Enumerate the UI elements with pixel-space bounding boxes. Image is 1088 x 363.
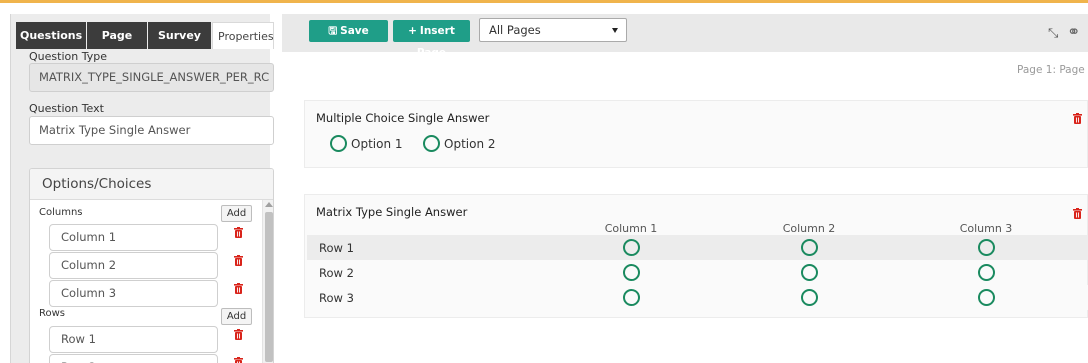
- column-input[interactable]: Column 1: [49, 224, 218, 251]
- matrix-column-header: Column 1: [604, 222, 658, 235]
- scroll-thumb[interactable]: [265, 212, 273, 362]
- matrix-radio[interactable]: [801, 289, 818, 306]
- page-select-value: All Pages: [489, 23, 541, 37]
- insert-page-button[interactable]: + Insert Page: [393, 20, 470, 59]
- matrix-row: Row 3: [307, 285, 1088, 310]
- options-choices-panel: Options/Choices Columns Add Column 1 Col…: [29, 168, 274, 363]
- top-accent-bar: [0, 0, 1088, 3]
- trash-icon[interactable]: [1073, 113, 1082, 124]
- chevron-down-icon: [612, 28, 618, 33]
- save-icon: 🖫: [328, 25, 338, 37]
- page-select[interactable]: All Pages: [479, 18, 627, 42]
- matrix-radio[interactable]: [801, 239, 818, 256]
- question-text-input[interactable]: Matrix Type Single Answer: [29, 116, 274, 145]
- properties-sidebar: Questions Page Survey Properties Questio…: [10, 14, 274, 363]
- add-column-button[interactable]: Add: [221, 205, 252, 222]
- insert-page-label: Insert Page: [416, 25, 455, 59]
- column-input[interactable]: Column 3: [49, 280, 218, 307]
- option-label: Option 2: [444, 137, 496, 151]
- question-card[interactable]: Multiple Choice Single Answer Option 1 O…: [304, 100, 1088, 168]
- matrix-radio[interactable]: [623, 239, 640, 256]
- matrix-row-label: Row 2: [319, 266, 354, 280]
- trash-icon[interactable]: [234, 255, 243, 266]
- matrix-radio[interactable]: [978, 239, 995, 256]
- tab-survey[interactable]: Survey: [148, 22, 211, 49]
- matrix-radio[interactable]: [978, 289, 995, 306]
- question-text-label: Question Text: [29, 102, 104, 115]
- save-button-label: Save: [340, 25, 369, 37]
- row-input[interactable]: Row 2: [49, 354, 218, 363]
- matrix-row-label: Row 1: [319, 241, 354, 255]
- link-icon[interactable]: ⚭: [1067, 22, 1080, 41]
- matrix-radio[interactable]: [623, 264, 640, 281]
- matrix-radio[interactable]: [801, 264, 818, 281]
- option-label: Option 1: [351, 137, 403, 151]
- options-choices-header: Options/Choices: [30, 169, 273, 200]
- editor-toolbar: 🖫 Save + Insert Page All Pages ⤡ ⚭: [282, 14, 1088, 59]
- add-row-button[interactable]: Add: [221, 308, 252, 325]
- page-indicator: Page 1: Page: [1017, 64, 1085, 76]
- rows-label: Rows: [39, 308, 66, 319]
- scroll-up-arrow-icon[interactable]: [265, 202, 273, 207]
- tab-properties[interactable]: Properties: [212, 22, 274, 49]
- tab-page[interactable]: Page: [87, 22, 147, 49]
- expand-icon[interactable]: ⤡: [1048, 26, 1058, 41]
- question-title: Matrix Type Single Answer: [316, 205, 468, 219]
- tab-questions[interactable]: Questions: [16, 22, 86, 49]
- columns-label: Columns: [39, 207, 83, 218]
- question-type-label: Question Type: [29, 50, 107, 63]
- option-radio[interactable]: [330, 135, 347, 152]
- matrix-row-label: Row 3: [319, 291, 354, 305]
- column-input[interactable]: Column 2: [49, 252, 218, 279]
- trash-icon[interactable]: [234, 329, 243, 340]
- matrix-column-header: Column 2: [782, 222, 836, 235]
- question-title: Multiple Choice Single Answer: [316, 111, 490, 125]
- row-input[interactable]: Row 1: [49, 326, 218, 353]
- trash-icon[interactable]: [234, 283, 243, 294]
- matrix-row: Row 2: [307, 260, 1088, 285]
- question-type-field: MATRIX_TYPE_SINGLE_ANSWER_PER_RC: [29, 63, 274, 92]
- trash-icon[interactable]: [234, 357, 243, 363]
- save-button[interactable]: 🖫 Save: [309, 20, 388, 42]
- option-radio[interactable]: [423, 135, 440, 152]
- matrix-radio[interactable]: [623, 289, 640, 306]
- options-scrollbar[interactable]: [262, 200, 273, 363]
- matrix-column-header: Column 3: [959, 222, 1013, 235]
- sidebar-tabs: Questions Page Survey Properties: [16, 22, 275, 49]
- question-card[interactable]: Matrix Type Single Answer Column 1 Colum…: [304, 194, 1088, 318]
- matrix-row: Row 1: [307, 235, 1088, 260]
- survey-canvas: 🖫 Save + Insert Page All Pages ⤡ ⚭ Page 1:…: [282, 14, 1088, 363]
- trash-icon[interactable]: [234, 227, 243, 238]
- plus-icon: +: [408, 25, 417, 37]
- matrix-radio[interactable]: [978, 264, 995, 281]
- trash-icon[interactable]: [1073, 208, 1082, 219]
